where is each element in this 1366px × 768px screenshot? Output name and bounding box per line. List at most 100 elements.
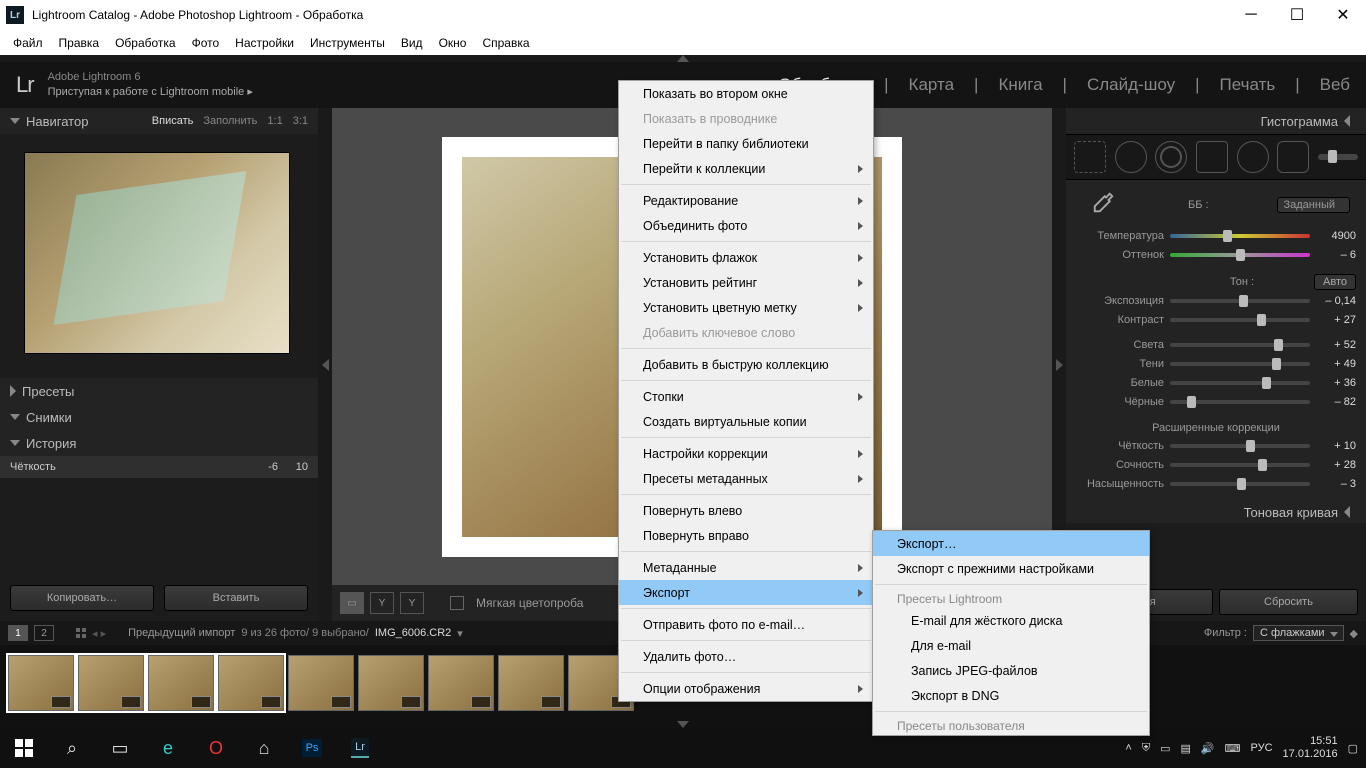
menu-item[interactable]: Экспорт <box>619 580 873 605</box>
wb-dropdown[interactable]: Заданный <box>1277 197 1351 213</box>
menu-item[interactable]: Перейти к коллекции <box>619 156 873 181</box>
menu-item[interactable]: Экспорт в DNG <box>873 683 1149 708</box>
menu-Инструменты[interactable]: Инструменты <box>303 33 392 53</box>
slider-knob[interactable] <box>1258 459 1267 471</box>
home-icon[interactable]: ⌂ <box>240 728 288 768</box>
film-thumb[interactable] <box>288 655 354 711</box>
fit-3:1[interactable]: 3:1 <box>293 115 308 127</box>
reset-button[interactable]: Сбросить <box>1219 589 1358 615</box>
grid-icon[interactable] <box>76 628 86 638</box>
slider-Света[interactable]: Света+ 52 <box>1076 335 1356 354</box>
tray-network-icon[interactable]: ▤ <box>1181 742 1191 755</box>
menu-item[interactable]: Опции отображения <box>619 676 873 701</box>
slider-knob[interactable] <box>1274 339 1283 351</box>
task-view-icon[interactable]: ▭ <box>96 728 144 768</box>
before-after-y-button[interactable]: Y <box>370 592 394 614</box>
menu-item[interactable]: Объединить фото <box>619 213 873 238</box>
left-panel-toggle[interactable] <box>318 108 332 621</box>
presets-header[interactable]: Пресеты <box>0 378 318 404</box>
menu-Правка[interactable]: Правка <box>52 33 107 53</box>
slider-Оттенок[interactable]: Оттенок– 6 <box>1076 245 1356 264</box>
menu-item[interactable]: Пресеты метаданных <box>619 466 873 491</box>
menu-Настройки[interactable]: Настройки <box>228 33 301 53</box>
grad-filter-tool[interactable] <box>1196 141 1228 173</box>
slider-knob[interactable] <box>1237 478 1246 490</box>
tonecurve-header[interactable]: Тоновая кривая <box>1066 501 1366 523</box>
history-header[interactable]: История <box>0 430 318 456</box>
lightroom-icon[interactable]: Lr <box>336 728 384 768</box>
expand-top-icon[interactable] <box>677 55 689 62</box>
source-label[interactable]: Предыдущий импорт <box>128 627 235 639</box>
film-thumb[interactable] <box>218 655 284 711</box>
menu-item[interactable]: Установить цветную метку <box>619 295 873 320</box>
film-thumb[interactable] <box>78 655 144 711</box>
menu-item[interactable]: Экспорт… <box>873 531 1149 556</box>
slider-knob[interactable] <box>1246 440 1255 452</box>
tray-battery-icon[interactable]: ▭ <box>1160 742 1170 755</box>
mobile-link[interactable]: Приступая к работе с Lightroom mobile ▸ <box>48 85 253 100</box>
module-Слайд-шоу[interactable]: Слайд-шоу <box>1087 75 1175 95</box>
fit-Вписать[interactable]: Вписать <box>152 115 194 127</box>
menu-item[interactable]: Создать виртуальные копии <box>619 409 873 434</box>
navigator-header[interactable]: Навигатор ВписатьЗаполнить1:13:1 <box>0 108 318 134</box>
slider-knob[interactable] <box>1272 358 1281 370</box>
expand-bottom-icon[interactable] <box>677 721 689 728</box>
menu-item[interactable]: Запись JPEG-файлов <box>873 658 1149 683</box>
slider-knob[interactable] <box>1257 314 1266 326</box>
loupe-view-button[interactable]: ▭ <box>340 592 364 614</box>
eyedropper-icon[interactable] <box>1086 190 1116 220</box>
menu-item[interactable]: Метаданные <box>619 555 873 580</box>
slider-Чёрные[interactable]: Чёрные– 82 <box>1076 392 1356 411</box>
secondary-display-button[interactable]: 2 <box>34 625 54 641</box>
module-Веб[interactable]: Веб <box>1320 75 1350 95</box>
photoshop-icon[interactable]: Ps <box>288 728 336 768</box>
brush-tool[interactable] <box>1277 141 1309 173</box>
slider-Чёткость[interactable]: Чёткость+ 10 <box>1076 436 1356 455</box>
menu-Обработка[interactable]: Обработка <box>108 33 183 53</box>
menu-item[interactable]: Стопки <box>619 384 873 409</box>
slider-knob[interactable] <box>1187 396 1196 408</box>
menu-Окно[interactable]: Окно <box>432 33 474 53</box>
slider-Насыщенность[interactable]: Насыщенность– 3 <box>1076 474 1356 493</box>
slider-Сочность[interactable]: Сочность+ 28 <box>1076 455 1356 474</box>
before-after-y2-button[interactable]: Y <box>400 592 424 614</box>
slider-Контраст[interactable]: Контраст+ 27 <box>1076 310 1356 329</box>
window-close-button[interactable]: ✕ <box>1320 0 1366 30</box>
slider-Экспозиция[interactable]: Экспозиция– 0,14 <box>1076 291 1356 310</box>
slider-Температура[interactable]: Температура4900 <box>1076 226 1356 245</box>
start-button[interactable] <box>0 728 48 768</box>
softproof-checkbox[interactable] <box>450 596 464 610</box>
paste-button[interactable]: Вставить <box>164 585 308 611</box>
spot-tool[interactable] <box>1115 141 1147 173</box>
tray-language[interactable]: РУС <box>1251 742 1273 754</box>
window-minimize-button[interactable]: ─ <box>1228 0 1274 30</box>
film-thumb[interactable] <box>428 655 494 711</box>
menu-item[interactable]: Настройки коррекции <box>619 441 873 466</box>
history-item[interactable]: Чёткость -6 10 <box>0 456 318 478</box>
menu-item[interactable]: Перейти в папку библиотеки <box>619 131 873 156</box>
opera-icon[interactable]: O <box>192 728 240 768</box>
menu-Вид[interactable]: Вид <box>394 33 430 53</box>
crop-tool[interactable] <box>1074 141 1106 173</box>
menu-item[interactable]: Удалить фото… <box>619 644 873 669</box>
module-Книга[interactable]: Книга <box>998 75 1042 95</box>
slider-knob[interactable] <box>1239 295 1248 307</box>
module-Печать[interactable]: Печать <box>1220 75 1276 95</box>
histogram-header[interactable]: Гистограмма <box>1066 108 1366 134</box>
tray-volume-icon[interactable]: 🔊 <box>1201 742 1215 755</box>
menu-item[interactable]: Отправить фото по e-mail… <box>619 612 873 637</box>
search-icon[interactable]: ⌕ <box>48 728 96 768</box>
slider-Тени[interactable]: Тени+ 49 <box>1076 354 1356 373</box>
menu-item[interactable]: Добавить в быструю коллекцию <box>619 352 873 377</box>
menu-item[interactable]: Установить рейтинг <box>619 270 873 295</box>
fit-1:1[interactable]: 1:1 <box>267 115 282 127</box>
slider-knob[interactable] <box>1223 230 1232 242</box>
slider-Белые[interactable]: Белые+ 36 <box>1076 373 1356 392</box>
navigator-preview[interactable] <box>0 134 318 360</box>
menu-item[interactable]: Для e-mail <box>873 633 1149 658</box>
fit-Заполнить[interactable]: Заполнить <box>203 115 257 127</box>
film-thumb[interactable] <box>498 655 564 711</box>
filter-dropdown[interactable]: С флажками <box>1253 625 1344 641</box>
menu-item[interactable]: Редактирование <box>619 188 873 213</box>
film-thumb[interactable] <box>358 655 424 711</box>
